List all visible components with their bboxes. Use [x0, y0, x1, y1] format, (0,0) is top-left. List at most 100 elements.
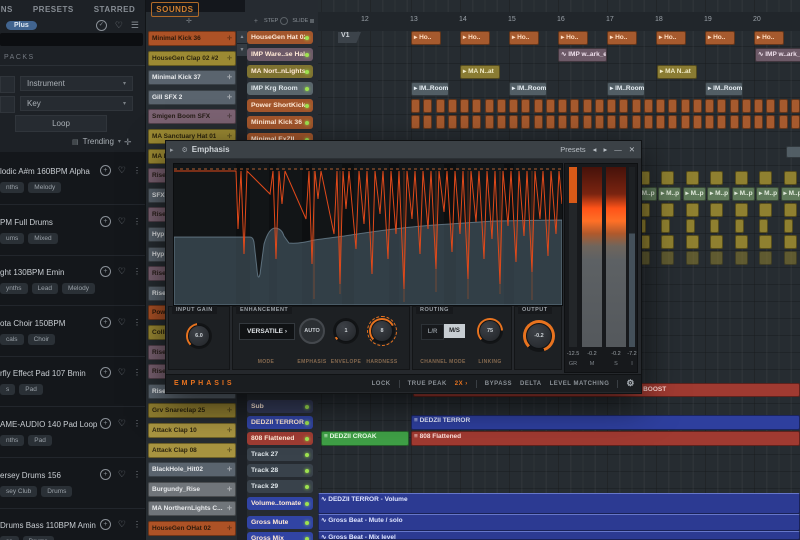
clip-kick[interactable] [583, 99, 592, 113]
clip-terror[interactable]: ≡ DEDZII TERROR [411, 415, 800, 430]
clip-croak[interactable]: ≡ DEDZII CROAK [321, 431, 409, 446]
expand-icon[interactable]: ▸ [170, 146, 174, 154]
tag-chip[interactable]: ss [0, 536, 19, 540]
rack-add-icon[interactable]: + [254, 18, 258, 25]
browser-tab-ins[interactable]: INS [0, 3, 17, 16]
clip-pattern[interactable] [784, 171, 797, 185]
mute-led[interactable] [305, 485, 309, 489]
clip-pattern[interactable] [710, 235, 723, 249]
clip-kick[interactable] [632, 115, 641, 129]
clip-kick[interactable] [546, 99, 555, 113]
clip-kick[interactable] [534, 99, 543, 113]
drag-handle-icon[interactable]: ✛ [227, 466, 232, 473]
clip-northern[interactable]: ▸ MA N..at [460, 65, 500, 79]
drag-handle-icon[interactable]: ✛ [227, 486, 232, 493]
scroll-down-icon[interactable]: ▼ [237, 44, 247, 56]
track-pill[interactable]: Track 29 [247, 480, 313, 493]
tag-chip[interactable]: Drums [23, 536, 54, 540]
heart-icon[interactable]: ♡ [118, 317, 126, 328]
clip-kick[interactable] [423, 99, 432, 113]
track-pill[interactable]: HouseGen Hat 02 [247, 31, 313, 44]
clip-pattern[interactable] [784, 251, 797, 265]
mute-led[interactable] [305, 453, 309, 457]
tag-chip[interactable]: Melody [28, 182, 61, 193]
search-input[interactable] [0, 33, 143, 46]
clip-kick[interactable] [742, 99, 751, 113]
track-pill[interactable]: Sub [247, 400, 313, 413]
clip-kick[interactable] [472, 115, 481, 129]
track-pill[interactable]: Track 28 [247, 464, 313, 477]
ms-option[interactable]: M/S [444, 324, 465, 338]
track-pill[interactable]: IMP Krg Room [247, 82, 313, 95]
bypass-button[interactable]: BYPASS [485, 381, 512, 387]
clip-pattern[interactable] [735, 171, 748, 185]
playlist-timeline[interactable]: 121314151617181920V1 [248, 12, 800, 31]
clip-kick[interactable] [779, 99, 788, 113]
channel-button[interactable]: Smigen Boom SFX✛ [148, 109, 236, 124]
clip-pattern[interactable] [735, 203, 748, 217]
heart-icon[interactable]: ♡ [118, 519, 126, 530]
tag-chip[interactable]: ums [0, 233, 24, 244]
add-icon[interactable]: + [100, 469, 111, 480]
clip-pattern[interactable] [686, 219, 695, 233]
clip-hat[interactable]: ▸ Ho.. [509, 31, 539, 45]
mute-led[interactable] [305, 421, 309, 425]
clip-kick[interactable] [717, 115, 726, 129]
clip-kick[interactable] [656, 99, 665, 113]
channel-button[interactable]: Minimal Kick 36✛ [148, 31, 236, 46]
clip-pattern-green[interactable]: ▸ M..p [683, 187, 706, 201]
clip-kick[interactable] [619, 99, 628, 113]
clip-kick[interactable] [436, 99, 445, 113]
channel-button[interactable]: BlackHole_Hit02✛ [148, 462, 236, 477]
clip-pattern[interactable] [686, 171, 699, 185]
clip-kick[interactable] [570, 99, 579, 113]
heart-icon[interactable]: ♡ [118, 216, 126, 227]
list-item[interactable]: ota Choir 150BPMcalsChoir+♡⋮ [0, 306, 145, 357]
clip-kick[interactable] [558, 99, 567, 113]
track-pill[interactable]: Track 27 [247, 448, 313, 461]
tag-chip[interactable]: Mixed [28, 233, 57, 244]
clip-auto-mix[interactable]: ∿ Gross Beat - Mix level [318, 531, 800, 540]
add-icon[interactable]: + [100, 418, 111, 429]
clip-hat[interactable]: ▸ Ho.. [460, 31, 490, 45]
mute-led[interactable] [305, 537, 309, 540]
clip-kick[interactable] [546, 115, 555, 129]
clip-kick[interactable] [742, 115, 751, 129]
lock-button[interactable]: LOCK [372, 381, 391, 387]
track-pill[interactable]: Gross Mute [247, 516, 313, 529]
clip-pattern-green[interactable]: ▸ M..p [707, 187, 730, 201]
clip-pattern[interactable] [784, 203, 797, 217]
clip-pattern[interactable] [686, 235, 699, 249]
clip-kick[interactable] [595, 115, 604, 129]
clip-pattern[interactable] [710, 171, 723, 185]
clip-pattern[interactable] [759, 251, 772, 265]
add-icon[interactable]: + [100, 317, 111, 328]
more-icon[interactable]: ⋮ [133, 520, 141, 529]
clip-pattern[interactable] [784, 219, 793, 233]
clip-kick[interactable] [595, 99, 604, 113]
clip-kick[interactable] [448, 115, 457, 129]
mute-led[interactable] [305, 87, 309, 91]
clip-kick[interactable] [411, 115, 420, 129]
spectrum-display[interactable] [173, 163, 563, 306]
clip-kick[interactable] [766, 99, 775, 113]
more-icon[interactable]: ⋮ [133, 368, 141, 377]
tag-chip[interactable]: sey Club [0, 486, 37, 497]
clip-kick[interactable] [485, 99, 494, 113]
clip-kick[interactable] [730, 99, 739, 113]
heart-icon[interactable]: ♡ [118, 266, 126, 277]
clip-kick[interactable] [619, 115, 628, 129]
hardness-knob[interactable]: 8 [369, 318, 395, 344]
heart-icon[interactable]: ♡ [115, 20, 123, 31]
filter-minibox[interactable] [0, 96, 15, 113]
clip-pattern[interactable] [735, 235, 748, 249]
list-item[interactable]: AME-AUDIO 140 Pad Loop G...nthsPad+♡⋮ [0, 407, 145, 458]
channel-button[interactable]: Attack Clap 08✛ [148, 443, 236, 458]
close-icon[interactable]: ✕ [629, 145, 635, 154]
clip-kick[interactable] [436, 115, 445, 129]
linking-knob[interactable]: 75 [477, 318, 503, 344]
add-icon[interactable]: + [100, 216, 111, 227]
clip-hat[interactable]: ▸ Ho.. [705, 31, 735, 45]
track-pill[interactable]: 808 Flattened [247, 432, 313, 445]
clip-kick[interactable] [705, 115, 714, 129]
